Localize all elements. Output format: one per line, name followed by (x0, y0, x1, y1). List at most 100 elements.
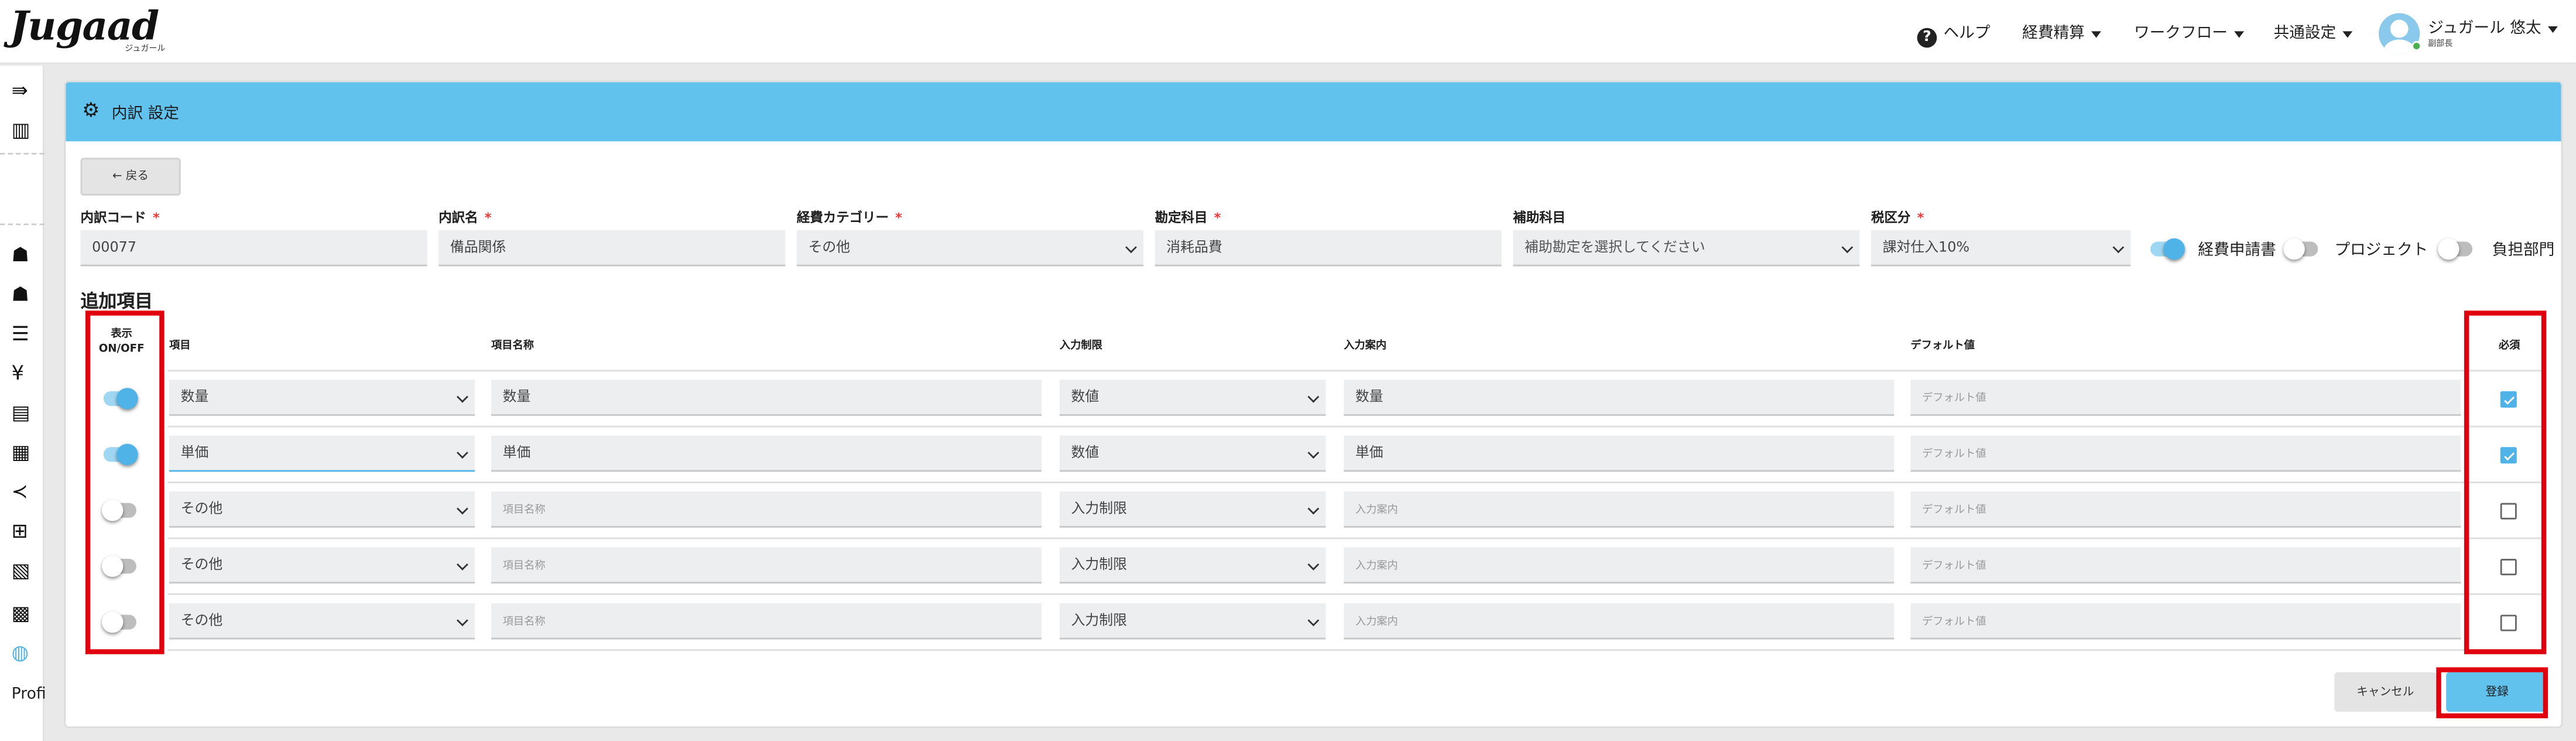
item-value: 数量 (180, 390, 209, 407)
back-button[interactable]: ← 戻る (80, 158, 181, 196)
gear-icon: ⚙ (82, 98, 100, 122)
chevron-down-icon (456, 391, 468, 403)
input-limit-select[interactable]: 入力制限 (1059, 547, 1326, 584)
chevron-down-icon (456, 558, 468, 571)
table-header-divider (167, 370, 2547, 372)
users-icon[interactable]: ☗ (12, 243, 29, 266)
chevron-down-icon (456, 447, 468, 459)
chevron-down-icon (1307, 391, 1320, 403)
toggle-project[interactable] (2283, 238, 2318, 260)
item-name-input[interactable]: 項目名称 (491, 491, 1042, 528)
item-select[interactable]: その他 (169, 547, 475, 584)
input-guide-input[interactable]: 単価 (1344, 435, 1895, 472)
name-input[interactable]: 備品関係 (439, 230, 786, 267)
top-bar: Jugaad ジュガール ? ヘルプ 経費精算 ワークフロー 共通設定 ジュガール… (0, 0, 2576, 64)
default-value-input[interactable]: デフォルト値 (1910, 435, 2461, 472)
chevron-down-icon (2112, 241, 2125, 254)
nav-workflow[interactable]: ワークフロー (2133, 20, 2245, 43)
input-limit-value: 入力制限 (1071, 613, 1127, 630)
arrow-left-icon: ← (112, 169, 122, 183)
item-name-input[interactable]: 項目名称 (491, 547, 1042, 584)
input-limit-select[interactable]: 数値 (1059, 380, 1326, 416)
item-value: その他 (180, 501, 223, 518)
row-divider (167, 482, 2547, 483)
help-link[interactable]: ? ヘルプ (1917, 20, 1991, 48)
item-name-input[interactable]: 単価 (491, 435, 1042, 472)
item-select[interactable]: その他 (169, 603, 475, 640)
cancel-button[interactable]: キャンセル (2334, 672, 2437, 712)
toggle-expense-report-label: 経費申請書 (2198, 241, 2276, 260)
user-menu[interactable]: ジュガール 悠太 (2428, 15, 2558, 38)
chevron-down-icon (456, 614, 468, 627)
chevron-down-icon (1841, 241, 1854, 254)
input-guide-input[interactable]: 数量 (1344, 380, 1895, 416)
toggle-department[interactable] (2438, 238, 2473, 260)
profile-link[interactable]: Profi (12, 685, 46, 704)
account-label: 勘定科目 * (1155, 210, 1221, 226)
input-limit-select[interactable]: 数値 (1059, 435, 1326, 472)
input-limit-value: 入力制限 (1071, 501, 1127, 518)
sub-account-select[interactable]: 補助勘定を選択してください (1513, 230, 1860, 267)
expand-icon[interactable]: ⇛ (12, 79, 28, 102)
nav-expense[interactable]: 経費精算 (2022, 20, 2101, 43)
yen-icon[interactable]: ¥ (12, 361, 24, 384)
records-icon[interactable]: ▧ (12, 559, 30, 582)
row-divider (167, 649, 2547, 651)
book-icon[interactable]: ▩ (12, 602, 30, 624)
name-label: 内訳名 * (439, 210, 492, 226)
item-value: その他 (180, 557, 223, 574)
share-icon[interactable]: ≺ (12, 480, 28, 503)
default-value-input[interactable]: デフォルト値 (1910, 491, 2461, 528)
list-icon[interactable]: ☰ (12, 322, 29, 345)
input-guide-input[interactable]: 入力案内 (1344, 547, 1895, 584)
input-guide-input[interactable]: 入力案内 (1344, 491, 1895, 528)
item-select[interactable]: 単価 (169, 435, 475, 472)
highlight-display-column (85, 310, 165, 654)
back-label: 戻る (125, 169, 149, 183)
building-icon[interactable]: ▥ (12, 118, 30, 141)
section-title: 追加項目 (80, 291, 153, 313)
row-divider (167, 425, 2547, 428)
item-header: 項目 (169, 339, 191, 352)
document-icon[interactable]: ▤ (12, 401, 30, 424)
input-guide-input[interactable]: 入力案内 (1344, 603, 1895, 640)
user-group-icon[interactable]: ☗ (12, 283, 29, 306)
chevron-down-icon (1307, 614, 1320, 627)
input-limit-select[interactable]: 入力制限 (1059, 491, 1326, 528)
input-limit-header: 入力制限 (1059, 339, 1102, 352)
default-value-input[interactable]: デフォルト値 (1910, 547, 2461, 584)
nav-workflow-label: ワークフロー (2133, 25, 2228, 43)
card-header: ⚙ 内訳 設定 (66, 82, 2561, 142)
item-name-input[interactable]: 項目名称 (491, 603, 1042, 640)
input-limit-select[interactable]: 入力制限 (1059, 603, 1326, 640)
tax-select[interactable]: 課対仕入10% (1871, 230, 2131, 267)
nav-common-settings[interactable]: 共通設定 (2274, 20, 2353, 43)
grid-icon[interactable]: ⊞ (12, 520, 28, 542)
code-input[interactable]: 00077 (80, 230, 427, 267)
chevron-down-icon (1307, 447, 1320, 459)
item-select[interactable]: 数量 (169, 380, 475, 416)
globe-icon[interactable]: ◍ (12, 641, 29, 664)
item-name-input[interactable]: 数量 (491, 380, 1042, 416)
item-select[interactable]: その他 (169, 491, 475, 528)
highlight-required-column (2464, 310, 2547, 654)
caret-down-icon (2234, 30, 2245, 37)
input-guide-header: 入力案内 (1344, 339, 1387, 352)
tax-label: 税区分 * (1871, 210, 1924, 226)
sub-account-label: 補助科目 (1513, 210, 1566, 226)
help-label: ヘルプ (1943, 25, 1991, 43)
code-label: 内訳コード * (80, 210, 160, 226)
default-value-input[interactable]: デフォルト値 (1910, 603, 2461, 640)
toggle-expense-report[interactable] (2150, 238, 2185, 260)
category-label: 経費カテゴリー * (796, 210, 903, 226)
account-input[interactable]: 消耗品費 (1155, 230, 1502, 267)
row-divider (167, 537, 2547, 539)
chevron-down-icon (1307, 503, 1320, 515)
default-value-input[interactable]: デフォルト値 (1910, 380, 2461, 416)
category-select[interactable]: その他 (796, 230, 1143, 267)
chevron-down-icon (1125, 241, 1137, 254)
receipt-icon[interactable]: ▦ (12, 440, 30, 463)
nav-expense-label: 経費精算 (2022, 25, 2085, 43)
toggle-project-label: プロジェクト (2334, 241, 2428, 260)
highlight-submit-button (2436, 667, 2548, 719)
